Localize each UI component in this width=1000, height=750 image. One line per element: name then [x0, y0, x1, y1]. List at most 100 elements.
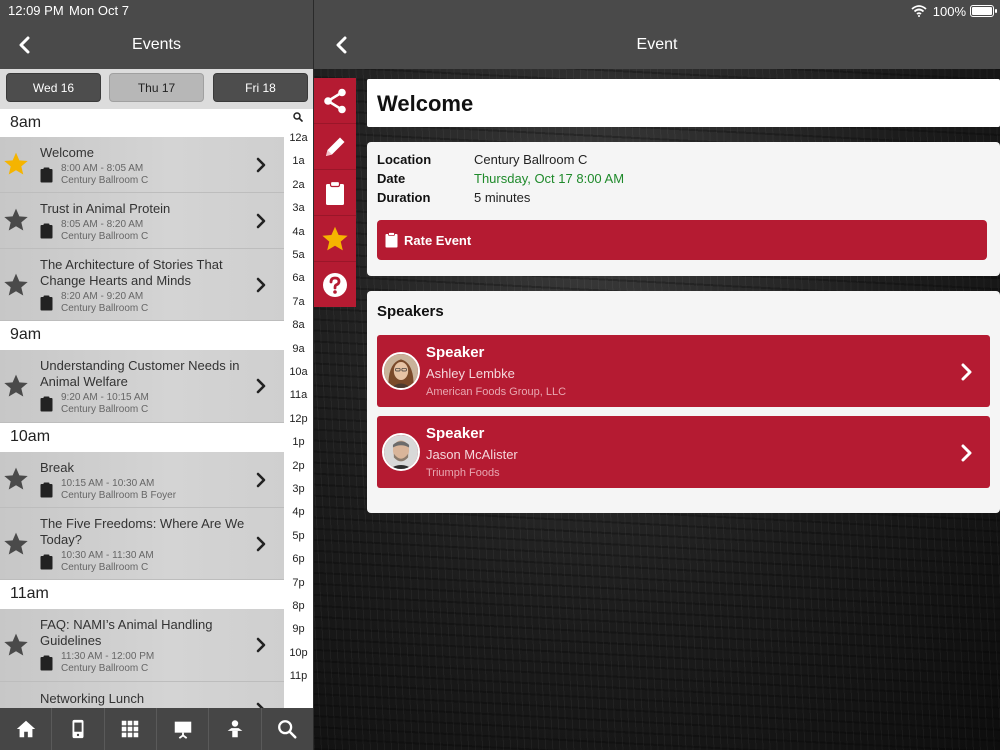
edit-notes-button[interactable]	[314, 124, 356, 170]
clipboard-button[interactable]	[314, 170, 356, 216]
date-label: Date	[377, 171, 406, 186]
time-index-label[interactable]: 5p	[284, 530, 313, 542]
event-title: Trust in Animal Protein	[40, 201, 171, 216]
star-icon[interactable]	[3, 466, 29, 492]
event-location: Century Ballroom C	[61, 404, 149, 415]
time-index-label[interactable]: 3a	[284, 202, 313, 214]
events-title: Events	[132, 36, 181, 53]
time-index-label[interactable]: 7a	[284, 296, 313, 308]
event-navbar: 100% Event	[314, 0, 1000, 69]
speaker-row[interactable]: Speaker Jason McAlister Triumph Foods	[377, 416, 990, 488]
status-indicators: 100%	[911, 0, 966, 22]
time-index-label[interactable]: 8a	[284, 319, 313, 331]
event-location: Century Ballroom C	[61, 303, 149, 314]
time-index-label[interactable]: 2a	[284, 179, 313, 191]
event-title: Networking Lunch	[40, 691, 145, 706]
list-item[interactable]: Networking Lunch	[0, 682, 284, 708]
list-item[interactable]: Welcome 8:00 AM - 8:05 AM Century Ballro…	[0, 137, 284, 193]
time-index-label[interactable]: 10a	[284, 366, 313, 378]
time-index-label[interactable]: 3p	[284, 483, 313, 495]
tab-search[interactable]	[262, 708, 313, 750]
event-title: FAQ: NAMI’s Animal Handling Guidelines	[40, 617, 213, 648]
star-icon[interactable]	[3, 272, 29, 298]
time-index[interactable]: 12a 1a 2a 3a 4a 5a 6a 7a 8a 9a 10a 11a 12p 1p 2p 3p 4p 5p…	[284, 109, 313, 708]
list-item[interactable]: The Five Freedoms: Where Are We Today? 1…	[0, 508, 284, 580]
list-item[interactable]: Trust in Animal Protein 8:05 AM - 8:20 A…	[0, 193, 284, 249]
time-index-label[interactable]: 7p	[284, 577, 313, 589]
tab-home[interactable]	[0, 708, 53, 750]
tab-device[interactable]	[52, 708, 105, 750]
event-meta: 8:05 AM - 8:20 AM Century Ballroom C	[40, 219, 148, 243]
time-index-label[interactable]: 1p	[284, 436, 313, 448]
help-button[interactable]	[314, 262, 356, 308]
event-meta: 8:00 AM - 8:05 AM Century Ballroom C	[40, 163, 148, 187]
clipboard-icon	[326, 180, 344, 205]
star-icon[interactable]	[3, 632, 29, 658]
tab-wed-16[interactable]: Wed 16	[6, 73, 101, 102]
tab-presentations[interactable]	[157, 708, 210, 750]
speakers-heading: Speakers	[377, 303, 444, 320]
event-meta: 9:20 AM - 10:15 AM Century Ballroom C	[40, 392, 149, 416]
speaker-role: Speaker	[426, 425, 485, 442]
star-icon[interactable]	[3, 531, 29, 557]
tab-grid[interactable]	[105, 708, 157, 750]
rate-event-button[interactable]: Rate Event	[377, 220, 987, 260]
events-navbar: 12:09 PM Mon Oct 7 Events	[0, 0, 313, 69]
time-index-label[interactable]: 6p	[284, 553, 313, 565]
clipboard-icon	[40, 554, 53, 570]
list-item[interactable]: The Architecture of Stories That Change …	[0, 249, 284, 321]
time-index-label[interactable]: 10p	[284, 647, 313, 659]
event-title: The Five Freedoms: Where Are We Today?	[40, 516, 245, 547]
chevron-right-icon	[256, 536, 266, 552]
event-info-card: Location Century Ballroom C Date Thursda…	[367, 142, 1000, 276]
date-value[interactable]: Thursday, Oct 17 8:00 AM	[474, 171, 874, 186]
action-sidebar	[314, 78, 356, 307]
event-time: 11:30 AM - 12:00 PM	[61, 651, 155, 662]
favorite-button[interactable]	[314, 216, 356, 262]
speaker-row[interactable]: Speaker Ashley Lembke American Foods Gro…	[377, 335, 990, 407]
star-icon[interactable]	[3, 373, 29, 399]
tab-thu-17[interactable]: Thu 17	[109, 73, 204, 102]
time-index-label[interactable]: 11a	[284, 389, 313, 401]
search-icon	[278, 720, 297, 739]
time-index-label[interactable]: 4p	[284, 506, 313, 518]
time-index-label[interactable]: 5a	[284, 249, 313, 261]
share-button[interactable]	[314, 78, 356, 124]
time-index-label[interactable]: 9a	[284, 343, 313, 355]
event-time: 10:15 AM - 10:30 AM	[61, 478, 155, 489]
event-location: Century Ballroom C	[61, 562, 149, 573]
time-index-label[interactable]: 2p	[284, 460, 313, 472]
time-index-label[interactable]: 12a	[284, 132, 313, 144]
list-item[interactable]: Understanding Customer Needs in Animal W…	[0, 350, 284, 423]
chevron-right-icon	[256, 378, 266, 394]
time-index-label[interactable]: 6a	[284, 272, 313, 284]
wifi-icon	[911, 5, 927, 17]
hour-header-10am: 10am	[0, 423, 284, 451]
tab-people[interactable]	[209, 708, 262, 750]
page-title: Welcome	[377, 91, 474, 116]
event-list: 8am Welcome 8:00 AM - 8:05 AM Century Ba…	[0, 109, 284, 708]
star-icon[interactable]	[3, 207, 29, 233]
event-time: 8:20 AM - 9:20 AM	[61, 291, 144, 302]
list-item[interactable]: FAQ: NAMI’s Animal Handling Guidelines 1…	[0, 609, 284, 682]
home-icon	[16, 720, 35, 738]
location-value: Century Ballroom C	[474, 152, 588, 167]
clipboard-icon	[40, 295, 53, 311]
tab-fri-18[interactable]: Fri 18	[213, 73, 308, 102]
time-index-label[interactable]: 4a	[284, 226, 313, 238]
list-item[interactable]: Break 10:15 AM - 10:30 AM Century Ballro…	[0, 452, 284, 508]
time-index-label[interactable]: 1a	[284, 155, 313, 167]
time-index-label[interactable]: 11p	[284, 670, 313, 682]
time-index-label[interactable]: 8p	[284, 600, 313, 612]
location-label: Location	[377, 152, 432, 167]
tab-bar	[0, 708, 313, 750]
time-index-label[interactable]: 9p	[284, 623, 313, 635]
event-time: 10:30 AM - 11:30 AM	[61, 550, 154, 561]
search-icon[interactable]	[293, 112, 303, 122]
time-index-label[interactable]: 12p	[284, 413, 313, 425]
speaker-company: American Foods Group, LLC	[426, 386, 567, 398]
star-icon[interactable]	[3, 151, 29, 177]
clipboard-icon	[40, 482, 53, 498]
duration-value: 5 minutes	[474, 190, 531, 205]
battery-fill	[972, 7, 992, 15]
